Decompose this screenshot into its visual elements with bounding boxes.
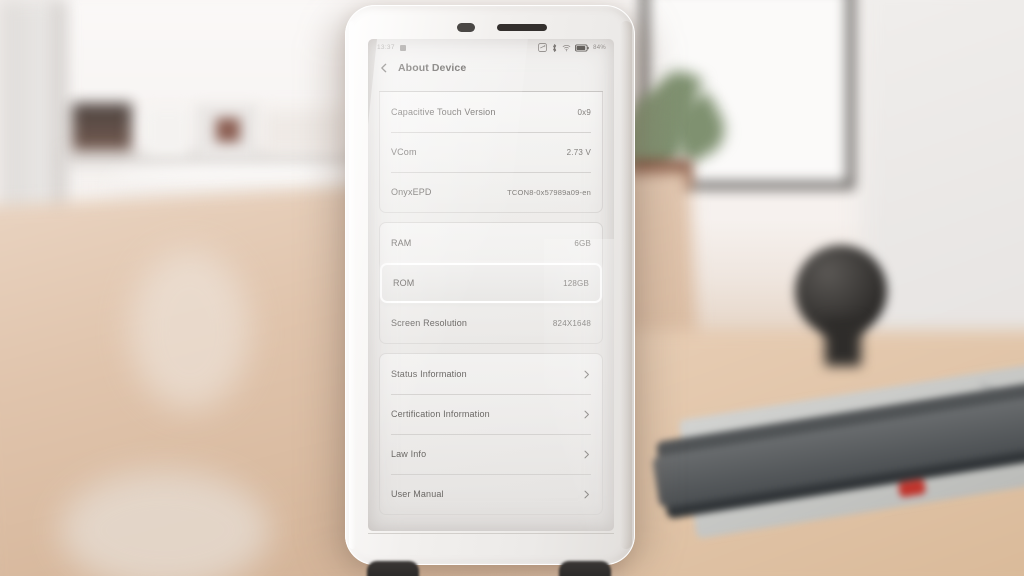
memory-info-group: RAM 6GB ROM 128GB Screen Resolution 824X… bbox=[379, 222, 603, 344]
list-item-certification-information[interactable]: Certification Information bbox=[380, 394, 602, 434]
row-value: 6GB bbox=[574, 238, 591, 248]
stand-foot bbox=[559, 561, 611, 576]
table-row[interactable]: RAM 6GB bbox=[380, 223, 602, 263]
status-bar: 13:37 84% bbox=[368, 39, 614, 56]
chevron-right-icon bbox=[584, 410, 589, 418]
list-item-status-information[interactable]: Status Information bbox=[380, 354, 602, 394]
more-info-group: Status Information Certification Informa… bbox=[379, 353, 603, 515]
list-item-law-info[interactable]: Law Info bbox=[380, 434, 602, 474]
row-value: 2.73 V bbox=[566, 147, 591, 157]
notification-square-icon bbox=[399, 44, 406, 51]
row-label: Law Info bbox=[391, 449, 427, 459]
row-value: 0x9 bbox=[577, 107, 591, 117]
front-camera-icon bbox=[457, 23, 475, 32]
battery-icon bbox=[575, 43, 589, 51]
row-label: Capacitive Touch Version bbox=[391, 107, 496, 117]
sync-rotate-icon bbox=[538, 43, 547, 52]
table-row[interactable]: Screen Resolution 824X1648 bbox=[380, 303, 602, 343]
device-screen: 13:37 84% About Device Capacitive Touch … bbox=[368, 39, 614, 531]
hardware-info-group: Capacitive Touch Version 0x9 VCom 2.73 V… bbox=[379, 92, 603, 213]
table-row[interactable]: VCom 2.73 V bbox=[380, 132, 602, 172]
row-label: ROM bbox=[393, 278, 415, 288]
status-bar-time: 13:37 bbox=[377, 44, 395, 51]
row-label: VCom bbox=[391, 147, 417, 157]
bluetooth-icon bbox=[552, 43, 557, 52]
row-label: Status Information bbox=[391, 369, 467, 379]
scrolled-row-cutoff bbox=[379, 83, 603, 92]
chevron-right-icon bbox=[584, 490, 589, 498]
shelf-object-white bbox=[145, 108, 190, 156]
row-label: User Manual bbox=[391, 489, 444, 499]
wifi-icon bbox=[562, 44, 571, 51]
device-right-shading bbox=[620, 21, 632, 549]
shelf-picture-frame bbox=[196, 104, 258, 156]
page-title: About Device bbox=[398, 62, 467, 74]
right-wall bbox=[860, 0, 1024, 380]
row-label: Certification Information bbox=[391, 409, 490, 419]
row-value: 824X1648 bbox=[552, 318, 591, 328]
table-row[interactable]: OnyxEPD TCON8-0x57989a09-en bbox=[380, 172, 602, 212]
device-chin-line bbox=[368, 533, 614, 534]
background-highlight bbox=[130, 250, 250, 410]
handheld-device: 13:37 84% About Device Capacitive Touch … bbox=[331, 5, 649, 576]
chevron-right-icon bbox=[584, 370, 589, 378]
device-left-highlight bbox=[349, 21, 356, 549]
earpiece-speaker-icon bbox=[497, 24, 547, 31]
microphone-stand bbox=[825, 320, 861, 366]
list-item-user-manual[interactable]: User Manual bbox=[380, 474, 602, 514]
table-row[interactable]: Capacitive Touch Version 0x9 bbox=[380, 92, 602, 132]
row-value: 128GB bbox=[563, 278, 589, 288]
screen-header: About Device bbox=[368, 56, 614, 83]
chevron-right-icon bbox=[584, 450, 589, 458]
stand-foot bbox=[367, 561, 419, 576]
row-label: OnyxEPD bbox=[391, 187, 432, 197]
row-label: Screen Resolution bbox=[391, 318, 468, 328]
shelf-object-dark bbox=[72, 103, 132, 151]
table-row-focused[interactable]: ROM 128GB bbox=[380, 263, 602, 303]
battery-percent-label: 84% bbox=[593, 44, 606, 51]
row-label: RAM bbox=[391, 238, 412, 248]
back-chevron-icon[interactable] bbox=[379, 63, 389, 73]
row-value: TCON8-0x57989a09-en bbox=[507, 187, 591, 197]
